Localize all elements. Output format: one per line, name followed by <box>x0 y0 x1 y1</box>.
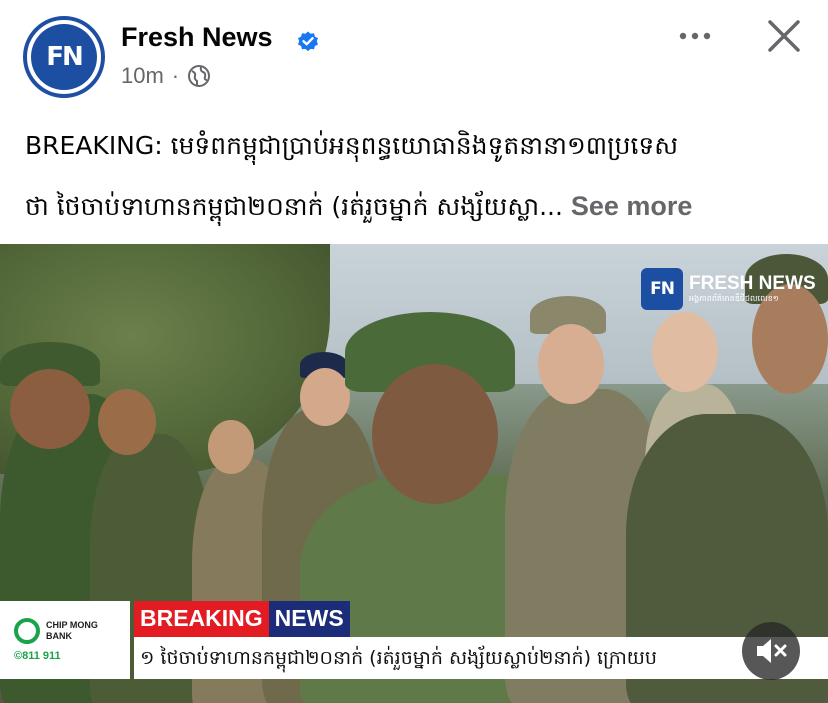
meta-separator: · <box>171 63 180 88</box>
watermark-subtitle: អង្គភាពព័ត៌មានឌីជីថលលេខ១ <box>689 294 779 303</box>
soldier-head <box>538 324 604 404</box>
breaking-news-tag: BREAKING NEWS <box>134 601 350 637</box>
caption-line-1: BREAKING: មេទំពកម្ពុជាប្រាប់អនុពន្ធយោធាន… <box>25 131 679 160</box>
chip-mong-logo-icon <box>14 618 40 644</box>
soldier-head <box>372 364 498 504</box>
breaking-label: BREAKING <box>134 601 269 637</box>
soldier-head <box>208 420 254 474</box>
caption-line-2: ថា ថៃចាប់ទាហានកម្ពុជា២០នាក់ (រត់រួចម្នាក… <box>25 192 563 221</box>
soldier-head <box>98 389 156 455</box>
page-avatar[interactable]: FN <box>23 16 105 98</box>
page-name-link[interactable]: Fresh News <box>121 22 273 53</box>
avatar-logo: FN <box>31 24 97 90</box>
see-more-link[interactable]: See more <box>571 191 693 221</box>
sponsor-phone: ©811 911 <box>14 650 61 662</box>
news-ticker: ១ ថៃចាប់ទាហានកម្ពុជា២០នាក់ (រត់រួចម្នាក់… <box>134 637 828 679</box>
watermark-title: FRESH NEWS <box>689 273 816 294</box>
watermark-logo: FN <box>641 268 683 310</box>
fresh-news-watermark: FN FRESH NEWS អង្គភាពព័ត៌មានឌីជីថលលេខ១ <box>641 268 816 310</box>
sponsor-name: CHIP MONG BANK <box>46 620 98 641</box>
post-caption: BREAKING: មេទំពកម្ពុជាប្រាប់អនុពន្ធយោធាន… <box>25 116 805 237</box>
verified-badge-icon <box>298 31 318 52</box>
sponsor-row: CHIP MONG BANK <box>14 618 130 644</box>
news-label: NEWS <box>268 601 350 637</box>
globe-icon <box>188 65 211 87</box>
post-header: FN Fresh News 10m · <box>0 0 828 110</box>
post-meta: 10m · <box>121 63 211 89</box>
caption-line-2-wrap: ថា ថៃចាប់ទាហានកម្ពុជា២០នាក់ (រត់រួចម្នាក… <box>25 176 805 237</box>
soldier-head <box>300 368 350 426</box>
close-icon[interactable] <box>762 14 806 58</box>
mute-toggle-button[interactable] <box>742 622 800 680</box>
person-head <box>652 312 718 392</box>
more-options-button[interactable] <box>675 20 719 52</box>
soldier-head <box>10 369 90 449</box>
video-player[interactable]: FN FRESH NEWS អង្គភាពព័ត៌មានឌីជីថលលេខ១ C… <box>0 244 828 703</box>
sponsor-box: CHIP MONG BANK ©811 911 <box>0 601 130 679</box>
speaker-muted-icon <box>757 639 787 663</box>
post-time[interactable]: 10m <box>121 63 164 89</box>
